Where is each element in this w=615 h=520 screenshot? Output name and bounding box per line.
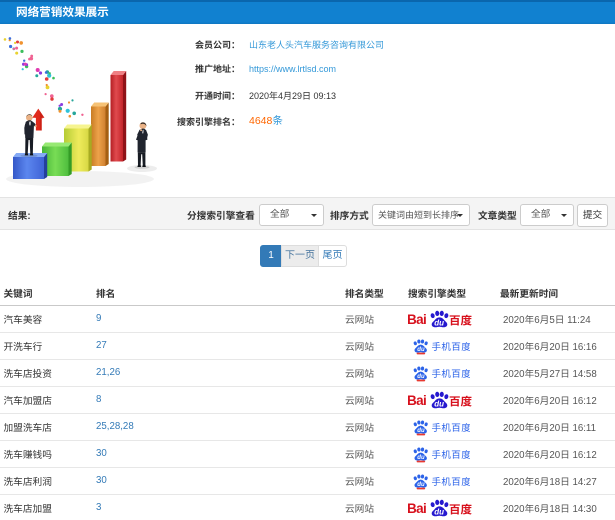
svg-text:手机百度: 手机百度 <box>432 447 471 461</box>
svg-text:Bai: Bai <box>408 312 426 327</box>
svg-text:手机百度: 手机百度 <box>432 366 471 380</box>
svg-text:du: du <box>417 482 425 488</box>
svg-text:百度: 百度 <box>449 393 472 409</box>
svg-text:du: du <box>434 318 444 327</box>
svg-text:du: du <box>434 399 444 408</box>
svg-text:百度: 百度 <box>449 501 472 517</box>
svg-text:手机百度: 手机百度 <box>432 339 471 353</box>
svg-text:百度: 百度 <box>449 312 472 328</box>
svg-text:du: du <box>434 507 444 516</box>
svg-text:Bai: Bai <box>408 393 426 408</box>
svg-text:手机百度: 手机百度 <box>432 420 471 434</box>
svg-text:du: du <box>417 374 425 380</box>
svg-text:du: du <box>417 347 425 353</box>
svg-text:du: du <box>417 428 425 434</box>
svg-text:Bai: Bai <box>408 501 426 516</box>
svg-text:手机百度: 手机百度 <box>432 474 471 488</box>
svg-text:du: du <box>417 455 425 461</box>
